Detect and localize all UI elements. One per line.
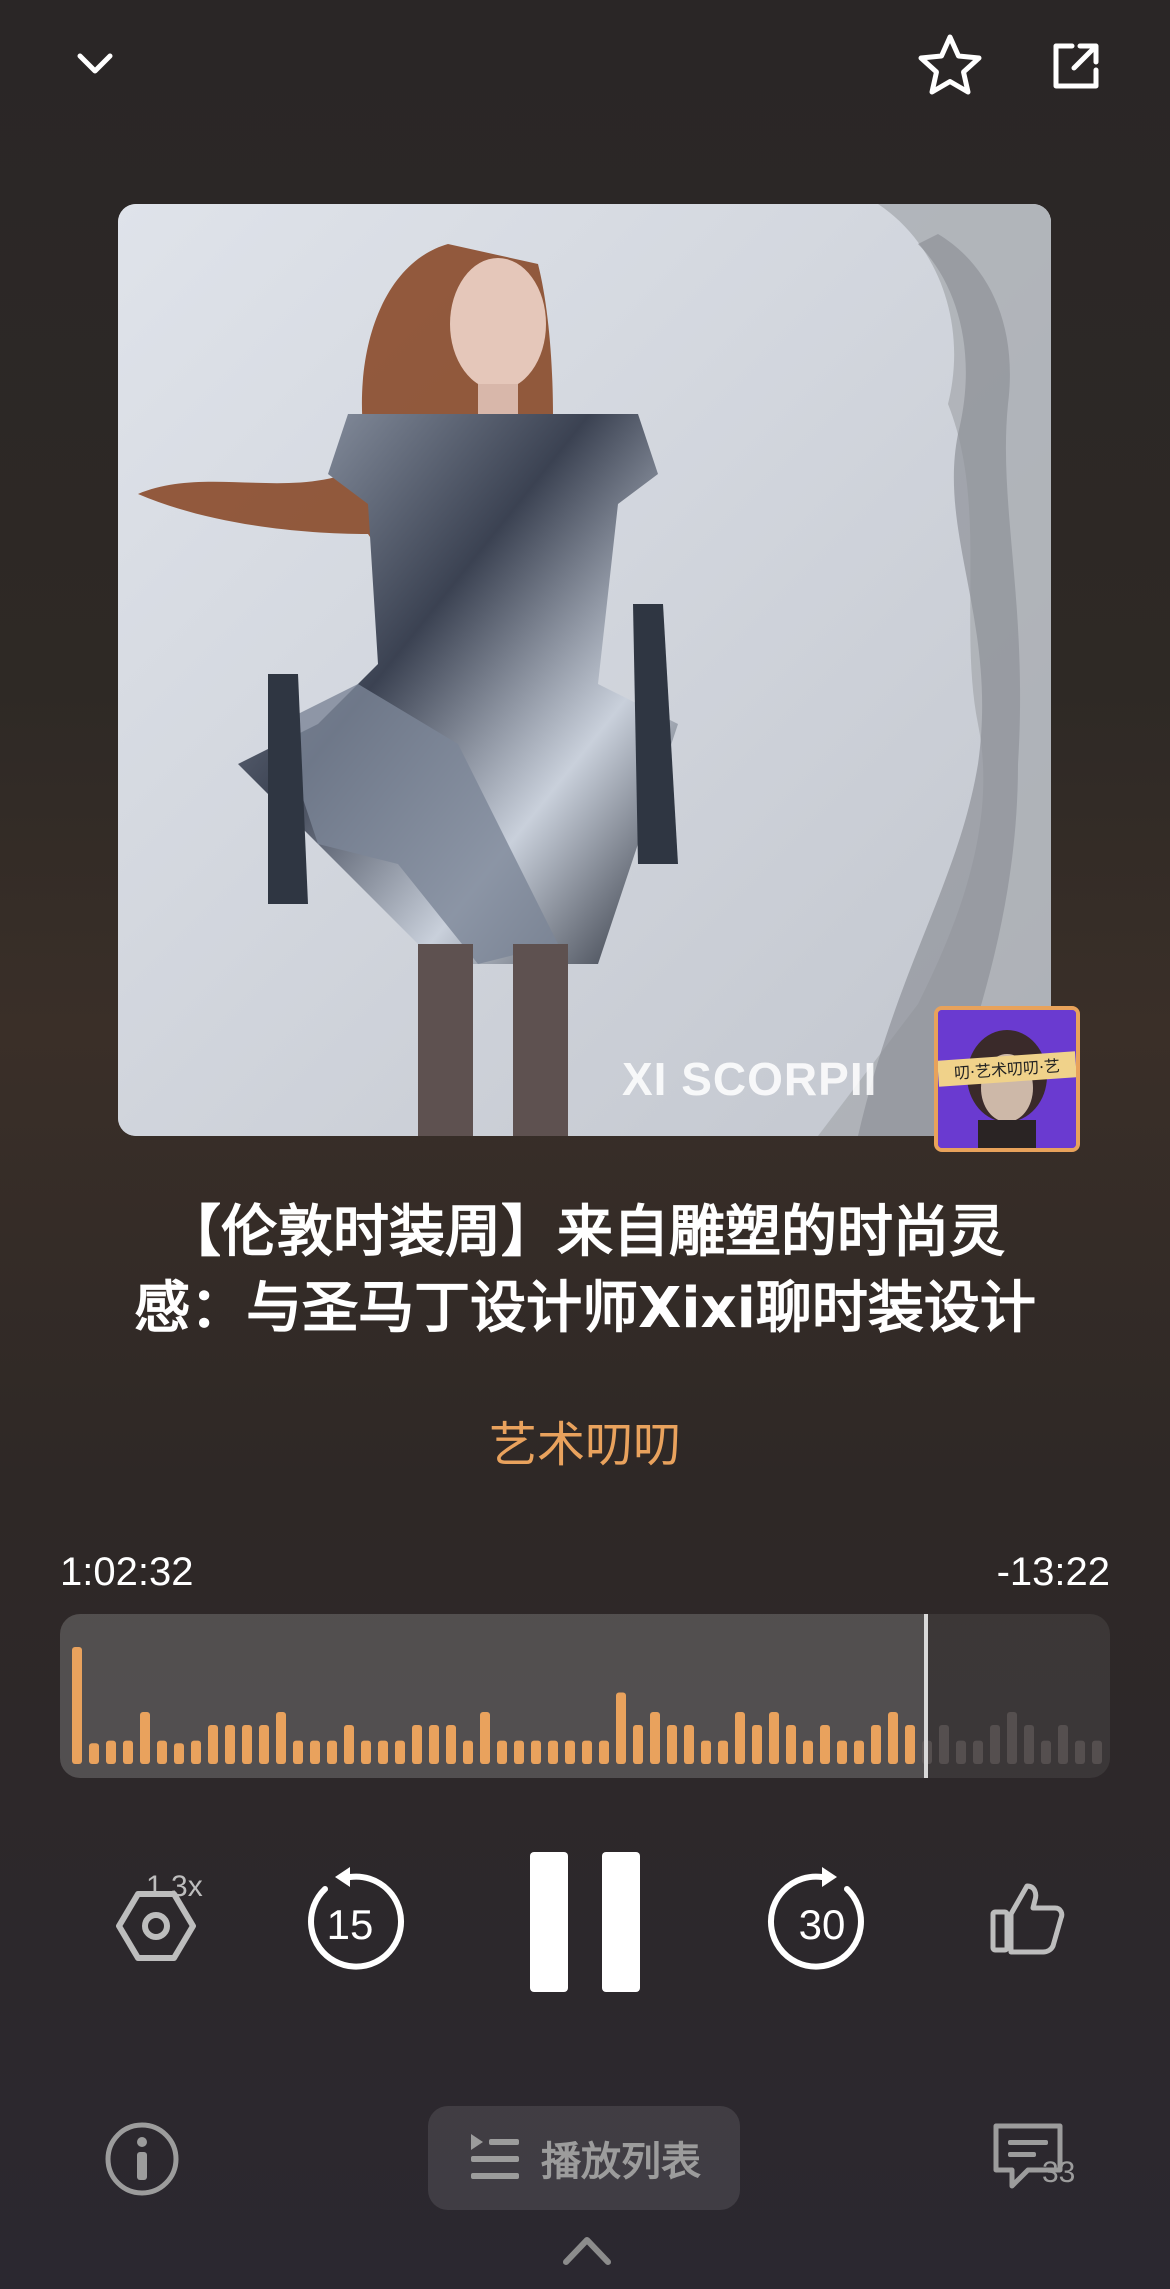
playlist-button[interactable]: 播放列表 [428, 2106, 740, 2210]
comments-count: 33 [1042, 2156, 1076, 2189]
waveform-bar [1058, 1725, 1068, 1764]
cover-watermark: XI SCORPII [622, 1053, 878, 1105]
waveform-bar [310, 1740, 320, 1764]
waveform-bar [888, 1712, 898, 1764]
fast-forward-icon: 30 [767, 1867, 864, 1970]
thumbs-up-icon [990, 1883, 1065, 1955]
waveform-bar [973, 1740, 983, 1764]
waveform-scrubber[interactable] [60, 1614, 1110, 1778]
waveform-bar [565, 1740, 575, 1764]
waveform-bar [854, 1740, 864, 1764]
info-icon [105, 2122, 179, 2196]
waveform-bar [667, 1725, 677, 1764]
rewind-15-button[interactable]: 15 [290, 1862, 410, 1982]
waveform-bar [344, 1725, 354, 1764]
favorite-button[interactable] [912, 28, 988, 104]
waveform-bar [395, 1740, 405, 1764]
waveform-bar [106, 1740, 116, 1764]
waveform-bar [514, 1740, 524, 1764]
waveform-bar [463, 1740, 473, 1764]
waveform-bar [157, 1740, 167, 1764]
waveform-bar [497, 1740, 507, 1764]
pause-icon [530, 1852, 640, 1992]
waveform-bar [905, 1725, 915, 1764]
waveform-bar [701, 1740, 711, 1764]
share-icon [1053, 43, 1099, 89]
waveform-bar [140, 1712, 150, 1764]
waveform-bar [582, 1740, 592, 1764]
waveform-bar [752, 1725, 762, 1764]
waveform-bar [259, 1725, 269, 1764]
waveform-bar [225, 1725, 235, 1764]
waveform-bar [990, 1725, 1000, 1764]
waveform-bar [820, 1725, 830, 1764]
waveform-bar [1007, 1712, 1017, 1764]
waveform-bar [242, 1725, 252, 1764]
waveform-bar [650, 1712, 660, 1764]
playhead-cursor[interactable] [924, 1614, 929, 1778]
waveform-bar [956, 1740, 966, 1764]
waveform-bar [446, 1725, 456, 1764]
waveform-bar [599, 1740, 609, 1764]
waveform-bar [939, 1725, 949, 1764]
share-button[interactable] [1040, 30, 1112, 102]
waveform-bar [480, 1712, 490, 1764]
remaining-time: -13:22 [996, 1550, 1110, 1594]
waveform-bar [429, 1725, 439, 1764]
forward-30-button[interactable]: 30 [762, 1862, 882, 1982]
star-outline-icon [918, 34, 982, 95]
rewind-icon: 15 [308, 1867, 405, 1970]
episode-title: 【伦敦时装周】来自雕塑的时尚灵 感：与圣马丁设计师Xixi聊时装设计 [134, 1200, 1036, 1341]
waveform-bar [548, 1740, 558, 1764]
playback-speed-label: 1.3x [146, 1870, 203, 1903]
waveform-bar [633, 1725, 643, 1764]
waveform-bar [1024, 1725, 1034, 1764]
waveform-bar [871, 1725, 881, 1764]
waveform-bar [1075, 1740, 1085, 1764]
waveform-bar [616, 1692, 626, 1764]
rewind-seconds-label: 15 [327, 1901, 374, 1948]
waveform-bar [208, 1725, 218, 1764]
waveform-bar [327, 1740, 337, 1764]
episode-info-button[interactable] [100, 2117, 184, 2201]
forward-seconds-label: 30 [799, 1901, 846, 1948]
playlist-icon [471, 2134, 519, 2179]
waveform-bar [89, 1743, 99, 1764]
waveform-bar [769, 1712, 779, 1764]
waveform-bar [1041, 1740, 1051, 1764]
chevron-up-icon [563, 2237, 611, 2265]
waveform-bar [803, 1740, 813, 1764]
waveform-bar [531, 1740, 541, 1764]
waveform-bars [72, 1647, 1102, 1764]
waveform-bar [361, 1740, 371, 1764]
expand-up-button[interactable] [560, 2230, 614, 2270]
channel-name-link[interactable]: 艺术叨叨 [0, 1405, 1170, 1475]
playlist-label: 播放列表 [541, 2139, 701, 2185]
elapsed-time: 1:02:32 [60, 1550, 194, 1594]
waveform-bar [412, 1725, 422, 1764]
waveform-bar [684, 1725, 694, 1764]
waveform-bar [191, 1740, 201, 1764]
like-button[interactable] [982, 1868, 1072, 1968]
waveform-bar [378, 1740, 388, 1764]
collapse-button[interactable] [60, 30, 130, 100]
waveform-bar [786, 1725, 796, 1764]
pause-button[interactable] [528, 1852, 642, 1992]
waveform-bar [293, 1740, 303, 1764]
waveform-bar [837, 1740, 847, 1764]
waveform-bar [718, 1740, 728, 1764]
waveform-bar [123, 1740, 133, 1764]
waveform-bar [72, 1647, 82, 1764]
waveform-bar [735, 1712, 745, 1764]
waveform-bar [174, 1743, 184, 1764]
chevron-down-icon [77, 53, 113, 74]
channel-avatar[interactable]: 叨·艺术叨叨·艺 [934, 1006, 1080, 1152]
waveform-bar [276, 1712, 286, 1764]
waveform-bar [1092, 1740, 1102, 1764]
episode-cover-image [118, 204, 1051, 1136]
channel-logo-image: 叨·艺术叨叨·艺 [938, 1010, 1076, 1148]
